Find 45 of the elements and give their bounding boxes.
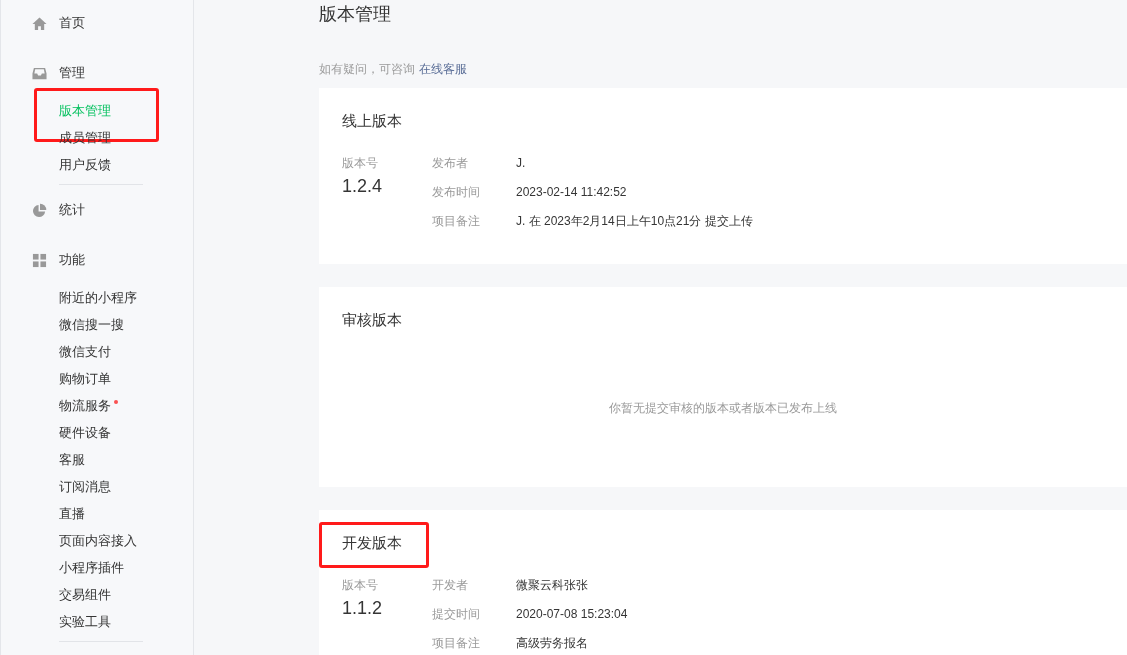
field-label: 项目备注 (432, 635, 481, 652)
sidebar-item[interactable]: 订阅消息 (59, 479, 111, 496)
field-value: 微聚云科张张 (516, 577, 588, 594)
home-icon (32, 15, 47, 31)
nav-section[interactable]: 首页 (1, 12, 193, 34)
sidebar-item[interactable]: 购物订单 (59, 371, 111, 388)
sidebar-item[interactable]: 页面内容接入 (59, 533, 137, 550)
sidebar-item[interactable]: 用户反馈 (59, 157, 111, 174)
sidebar-item[interactable]: 小程序插件 (59, 560, 124, 577)
sidebar-item[interactable]: 微信支付 (59, 344, 111, 361)
tray-icon (32, 65, 47, 81)
field-label: 提交时间 (432, 606, 481, 623)
field-label: 版本号 (342, 155, 378, 172)
nav-section[interactable]: 统计 (1, 199, 193, 221)
sidebar-item[interactable]: 硬件设备 (59, 425, 111, 442)
nav-section[interactable]: 管理 (1, 62, 193, 84)
sidebar-item[interactable]: 实验工具 (59, 614, 111, 631)
nav-section[interactable]: 功能 (1, 249, 193, 271)
card-title: 审核版本 (342, 311, 402, 328)
field-value: 2023-02-14 11:42:52 (516, 184, 627, 201)
field-value: 高级劳务报名 (516, 635, 588, 652)
field-value: 2020-07-08 15:23:04 (516, 606, 628, 623)
empty-message: 你暂无提交审核的版本或者版本已发布上线 (608, 400, 838, 417)
field-value: J. 在 2023年2月14日上午10点21分 提交上传 (516, 213, 753, 230)
version-number: 1.2.4 (342, 176, 383, 197)
sidebar-item[interactable]: 微信搜一搜 (59, 317, 124, 334)
card-title: 开发版本 (342, 534, 402, 551)
card-title: 线上版本 (342, 112, 402, 129)
field-label: 开发者 (432, 577, 469, 594)
field-value: J. (516, 155, 526, 172)
grid-icon (32, 252, 47, 268)
version-number: 1.1.2 (342, 598, 383, 619)
help-text: 如有疑问，可咨询 (319, 62, 415, 76)
field-label: 版本号 (342, 577, 378, 594)
field-label: 项目备注 (432, 213, 481, 230)
pie-chart-icon (32, 202, 47, 218)
field-label: 发布者 (432, 155, 469, 172)
field-label: 发布时间 (432, 184, 481, 201)
page-title: 版本管理 (319, 3, 392, 26)
sidebar-item[interactable]: 交易组件 (59, 587, 111, 604)
sidebar-item[interactable]: 直播 (59, 506, 85, 523)
sidebar-item[interactable]: 附近的小程序 (59, 290, 137, 307)
online-service-link[interactable]: 在线客服 (419, 62, 467, 76)
sidebar-item[interactable]: 客服 (59, 452, 85, 469)
sidebar-item[interactable]: 物流服务 (59, 398, 111, 415)
